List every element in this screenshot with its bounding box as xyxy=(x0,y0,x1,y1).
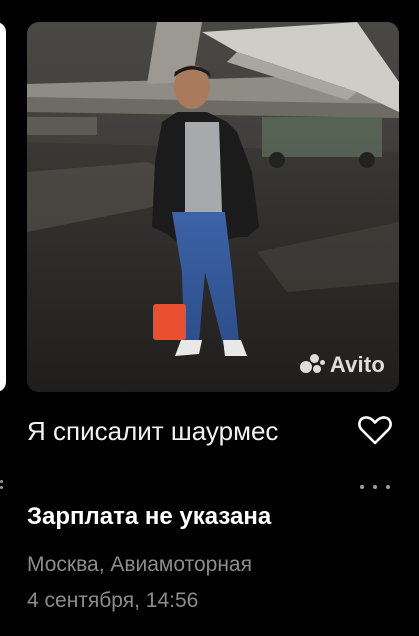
more-options-button[interactable] xyxy=(360,478,390,496)
previous-card-more-icon xyxy=(0,480,6,496)
heart-outline-icon xyxy=(358,416,392,445)
favorite-button[interactable] xyxy=(356,412,394,448)
avito-watermark: Avito xyxy=(299,352,385,378)
more-dots-icon xyxy=(360,485,364,489)
listing-title[interactable]: Я списалит шаурмес xyxy=(27,412,327,450)
listing-photo[interactable]: Avito xyxy=(27,22,399,392)
listing-salary: Зарплата не указана xyxy=(27,503,272,530)
avito-watermark-text: Avito xyxy=(329,352,385,377)
listing-location: Москва, Авиамоторная xyxy=(27,553,252,576)
previous-card-edge[interactable] xyxy=(0,22,6,392)
avito-logo-icon xyxy=(299,354,326,376)
listing-date: 4 сентября, 14:56 xyxy=(27,589,199,612)
photo-image xyxy=(27,22,399,392)
